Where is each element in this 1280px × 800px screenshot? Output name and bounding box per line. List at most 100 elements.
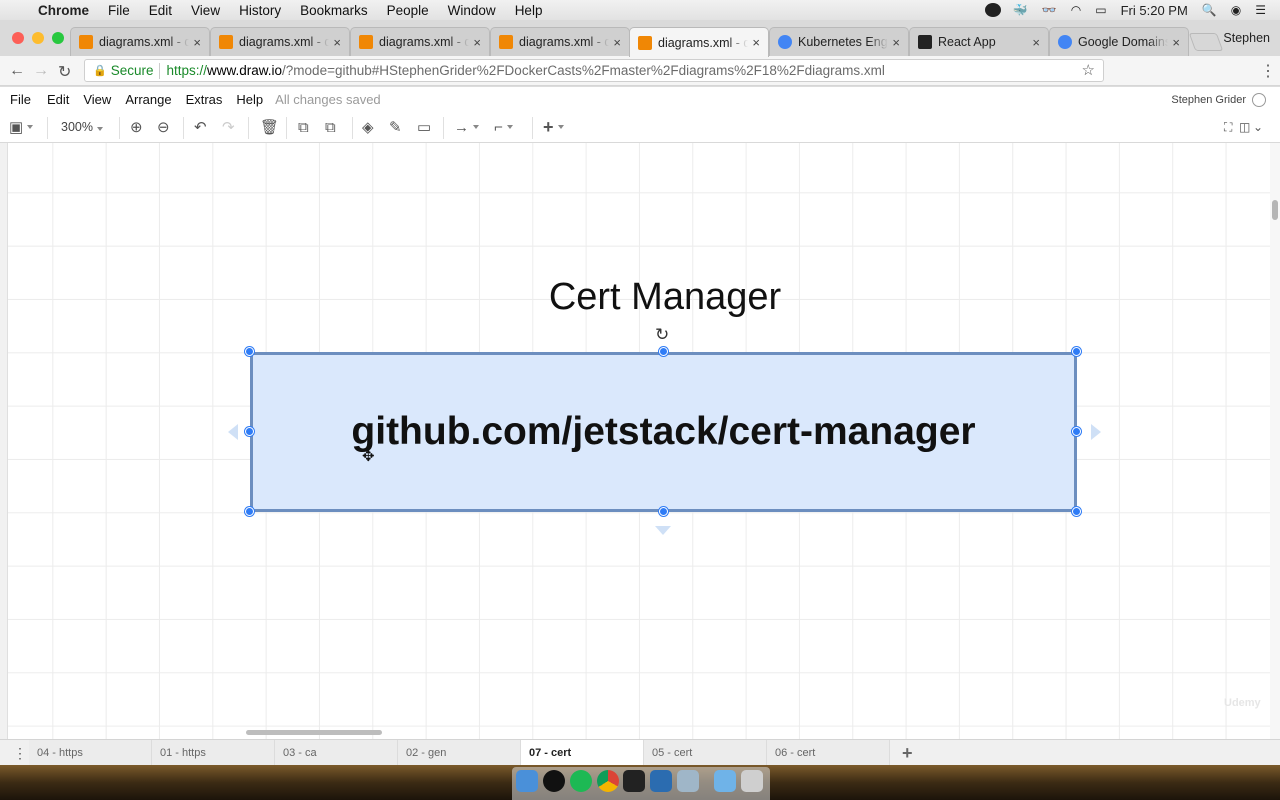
spotlight-search-icon[interactable]: 🔍 <box>1202 3 1217 17</box>
insert-plus-icon[interactable]: + <box>543 117 564 137</box>
resize-handle-n[interactable] <box>659 347 668 356</box>
horizontal-scroll-thumb[interactable] <box>246 730 382 735</box>
minimize-window-icon[interactable] <box>32 32 44 44</box>
clone-arrow-right-icon[interactable] <box>1091 424 1101 440</box>
back-arrow-icon[interactable]: ← <box>9 62 25 80</box>
menu-history[interactable]: History <box>239 3 281 18</box>
menu-file[interactable]: File <box>108 3 130 18</box>
language-globe-icon[interactable] <box>1252 93 1266 107</box>
to-front-icon[interactable]: ⧉ <box>298 118 309 136</box>
page-tab[interactable]: 04 - https <box>29 740 152 766</box>
siri-icon[interactable]: ◉ <box>1231 3 1241 17</box>
waypoints-icon[interactable]: ⌐ <box>494 118 513 136</box>
terminal-dock-icon[interactable] <box>623 770 645 792</box>
new-tab-button[interactable] <box>1188 33 1224 51</box>
drawio-menu-edit[interactable]: Edit <box>47 92 69 107</box>
resize-handle-sw[interactable] <box>245 507 254 516</box>
wifi-icon[interactable]: ◠ <box>1071 3 1081 17</box>
menu-view[interactable]: View <box>191 3 220 18</box>
redo-icon[interactable]: ↷ <box>222 118 235 136</box>
clone-arrow-down-icon[interactable] <box>655 526 671 535</box>
to-back-icon[interactable]: ⧉ <box>325 118 336 136</box>
undo-icon[interactable]: ↶ <box>194 118 207 136</box>
docker-status-icon[interactable]: 🐳 <box>1013 3 1028 17</box>
selected-rectangle-shape[interactable]: github.com/jetstack/cert-manager <box>250 352 1077 512</box>
page-tab[interactable]: 02 - gen <box>398 740 521 766</box>
drawio-menu-arrange[interactable]: Arrange <box>125 92 171 107</box>
sidebar-collapsed-gutter[interactable] <box>0 143 8 739</box>
line-color-icon[interactable]: ✎ <box>389 118 402 136</box>
page-tab[interactable]: 05 - cert <box>644 740 767 766</box>
drawio-menu-file[interactable]: File <box>10 92 31 107</box>
browser-tab[interactable]: React App × <box>909 27 1049 56</box>
diagram-title-label[interactable]: Cert Manager <box>430 276 900 319</box>
menu-bookmarks[interactable]: Bookmarks <box>300 3 368 18</box>
battery-icon[interactable]: ▭ <box>1095 3 1106 17</box>
browser-tab[interactable]: diagrams.xml - draw.io × <box>350 27 490 56</box>
vertical-scroll-thumb[interactable] <box>1272 200 1278 220</box>
glasses-status-icon[interactable]: 👓 <box>1042 3 1057 17</box>
format-panel-toggle-icon[interactable]: ▣ <box>9 118 34 136</box>
preview-dock-icon[interactable] <box>677 770 699 792</box>
menu-people[interactable]: People <box>387 3 429 18</box>
fullscreen-icon[interactable]: ⛶ <box>1224 118 1232 136</box>
tab-close-icon[interactable]: × <box>892 35 900 50</box>
chrome-dock-icon[interactable] <box>597 770 619 792</box>
browser-tab[interactable]: diagrams.xml - draw.io × <box>210 27 350 56</box>
zoom-out-icon[interactable]: ⊖ <box>157 118 170 136</box>
tab-close-icon[interactable]: × <box>613 35 621 50</box>
chrome-menu-icon[interactable]: ⋮ <box>1260 61 1276 81</box>
browser-tab[interactable]: diagrams.xml - draw.io × <box>490 27 630 56</box>
obs-status-icon[interactable] <box>984 3 1001 17</box>
app-menu[interactable]: Chrome <box>38 3 89 18</box>
tab-close-icon[interactable]: × <box>1172 35 1180 50</box>
forward-arrow-icon[interactable]: → <box>33 62 49 80</box>
format-panel-icon[interactable]: ◫ <box>1239 118 1250 136</box>
resize-handle-nw[interactable] <box>245 347 254 356</box>
browser-tab[interactable]: diagrams.xml - draw.io × <box>70 27 210 56</box>
notification-center-icon[interactable]: ☰ <box>1255 3 1266 17</box>
finder-dock-icon[interactable] <box>516 770 538 792</box>
zoom-in-icon[interactable]: ⊕ <box>130 118 143 136</box>
user-menu[interactable]: Stephen Grider <box>1171 94 1246 106</box>
downloads-folder-dock-icon[interactable] <box>714 770 736 792</box>
browser-tab-active[interactable]: diagrams.xml - draw.io × <box>629 27 769 57</box>
clone-arrow-left-icon[interactable] <box>228 424 238 440</box>
tab-close-icon[interactable]: × <box>473 35 481 50</box>
tab-close-icon[interactable]: × <box>333 35 341 50</box>
connection-style-icon[interactable]: → <box>454 118 479 136</box>
bookmark-star-icon[interactable]: ☆ <box>1082 61 1095 79</box>
tab-close-icon[interactable]: × <box>193 35 201 50</box>
tab-close-icon[interactable]: × <box>752 35 760 50</box>
vscode-dock-icon[interactable] <box>650 770 672 792</box>
page-tab[interactable]: 01 - https <box>152 740 275 766</box>
drawio-menu-view[interactable]: View <box>83 92 111 107</box>
zoom-dropdown[interactable]: 300% <box>61 120 103 134</box>
clock[interactable]: Fri 5:20 PM <box>1121 3 1188 18</box>
tab-close-icon[interactable]: × <box>1032 35 1040 50</box>
menu-window[interactable]: Window <box>448 3 496 18</box>
close-window-icon[interactable] <box>12 32 24 44</box>
resize-handle-e[interactable] <box>1072 427 1081 436</box>
browser-tab[interactable]: Google Domains × <box>1049 27 1189 56</box>
pages-menu-icon[interactable]: ⋮ <box>13 745 27 762</box>
reload-icon[interactable]: ↻ <box>58 62 71 82</box>
delete-icon[interactable]: 🗑 <box>260 118 279 136</box>
fill-color-icon[interactable]: ◈ <box>362 118 374 136</box>
page-tab[interactable]: 06 - cert <box>767 740 890 766</box>
menu-help[interactable]: Help <box>515 3 543 18</box>
obs-dock-icon[interactable] <box>543 770 565 792</box>
page-tab-active[interactable]: 07 - cert <box>521 740 644 766</box>
resize-handle-se[interactable] <box>1072 507 1081 516</box>
vertical-scrollbar[interactable] <box>1270 143 1280 739</box>
resize-handle-w[interactable] <box>245 427 254 436</box>
drawio-menu-help[interactable]: Help <box>236 92 263 107</box>
trash-dock-icon[interactable] <box>741 770 763 792</box>
spotify-dock-icon[interactable] <box>570 770 592 792</box>
browser-tab[interactable]: Kubernetes Engine × <box>769 27 909 56</box>
page-tab[interactable]: 03 - ca <box>275 740 398 766</box>
profile-button[interactable]: Stephen <box>1223 31 1270 45</box>
resize-handle-ne[interactable] <box>1072 347 1081 356</box>
add-page-button[interactable]: + <box>902 743 913 764</box>
rotate-handle-icon[interactable]: ↻ <box>655 325 669 345</box>
